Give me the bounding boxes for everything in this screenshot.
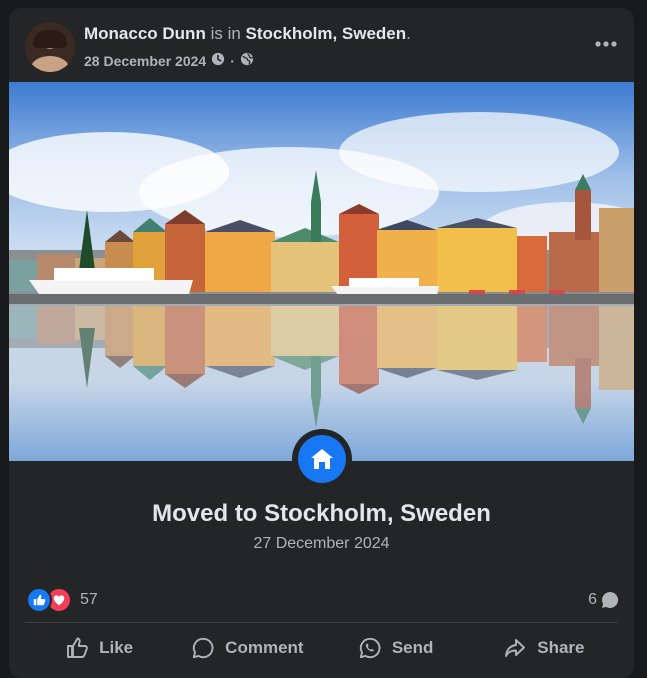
- like-reaction-icon: [26, 587, 52, 613]
- clock-icon: [211, 52, 225, 69]
- reaction-count: 57: [80, 591, 98, 608]
- post-date[interactable]: 28 December 2024: [84, 53, 206, 69]
- comments-count[interactable]: 6: [588, 590, 620, 610]
- comment-bubble-icon: [602, 591, 619, 608]
- post-meta: 28 December 2024 ·: [84, 52, 254, 69]
- status-end: .: [406, 24, 411, 43]
- share-button[interactable]: Share: [470, 628, 618, 668]
- share-label: Share: [537, 638, 585, 657]
- home-badge: [292, 429, 352, 489]
- life-event-title: Moved to Stockholm, Sweden: [152, 500, 491, 527]
- more-dots-icon: [595, 41, 617, 47]
- send-label: Send: [391, 638, 434, 657]
- reactions-summary[interactable]: 57: [26, 587, 98, 613]
- like-label: Like: [99, 638, 134, 657]
- post-card: Monacco Dunn is in Stockholm, Sweden. 28…: [9, 8, 634, 678]
- status-connector: is in: [210, 24, 241, 43]
- like-button[interactable]: Like: [25, 628, 173, 668]
- more-options-button[interactable]: [592, 32, 620, 56]
- share-arrow-icon: [505, 639, 526, 657]
- home-icon: [311, 449, 333, 469]
- life-event-date: 27 December 2024: [253, 535, 390, 552]
- send-button[interactable]: Send: [322, 628, 470, 668]
- cover-photo[interactable]: [9, 82, 634, 461]
- meta-separator: ·: [230, 52, 235, 69]
- actions-divider: [25, 622, 618, 623]
- author-avatar[interactable]: [25, 22, 75, 72]
- whatsapp-icon: [359, 637, 381, 659]
- post-headline: Monacco Dunn is in Stockholm, Sweden.: [84, 24, 411, 44]
- author-name[interactable]: Monacco Dunn: [84, 24, 206, 43]
- action-bar: Like Comment Send Share: [25, 628, 618, 668]
- thumbs-up-icon: [67, 637, 88, 658]
- location-link[interactable]: Stockholm, Sweden: [246, 24, 407, 43]
- comment-icon: [193, 637, 214, 659]
- globe-icon: [240, 52, 254, 69]
- comment-count-value: 6: [588, 591, 597, 608]
- comment-button[interactable]: Comment: [173, 628, 321, 668]
- comment-label: Comment: [225, 638, 304, 657]
